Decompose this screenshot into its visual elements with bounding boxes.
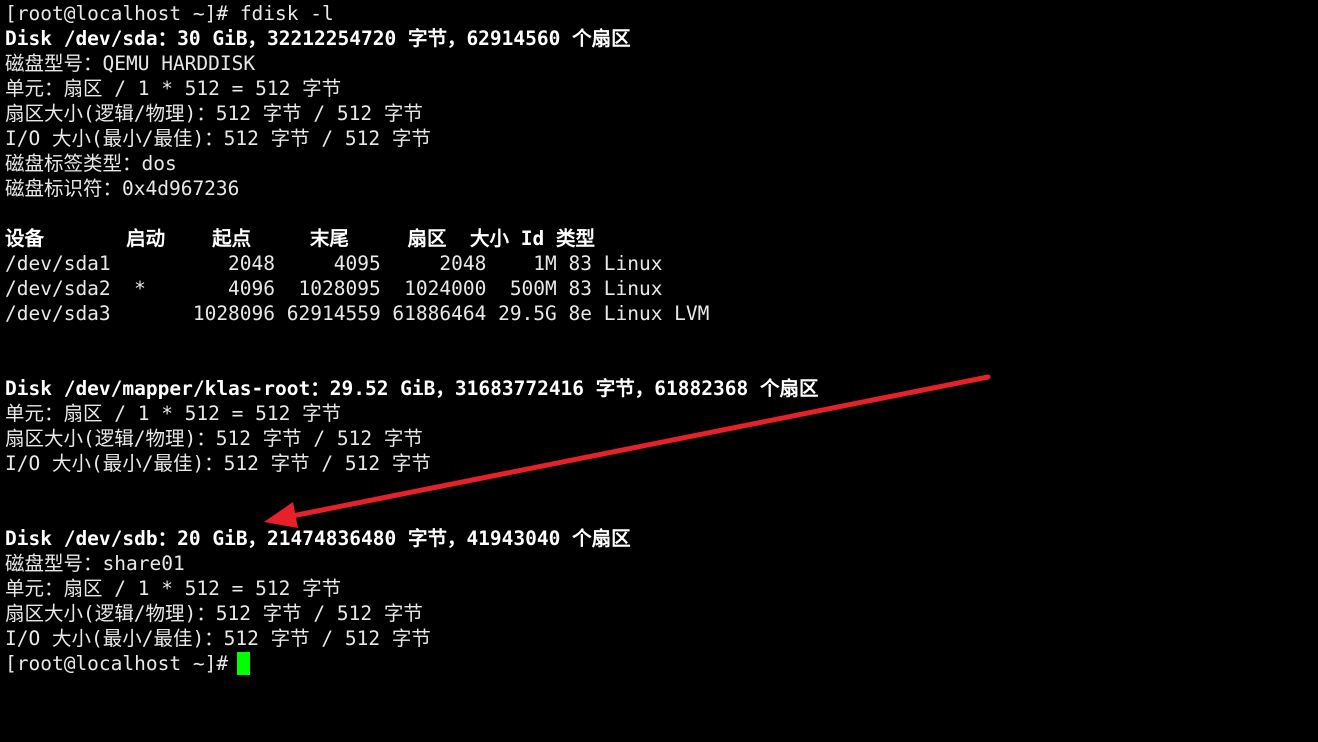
- partition-row: /dev/sda3 1028096 62914559 61886464 29.5…: [5, 302, 710, 325]
- disk-klas-root-units: 单元：扇区 / 1 * 512 = 512 字节: [5, 402, 342, 425]
- disk-sdb-model: 磁盘型号：share01: [5, 552, 185, 575]
- disk-klas-root-sector-size: 扇区大小(逻辑/物理)：512 字节 / 512 字节: [5, 427, 423, 450]
- disk-sdb-units: 单元：扇区 / 1 * 512 = 512 字节: [5, 577, 342, 600]
- shell-prompt: [root@localhost ~]#: [5, 2, 240, 25]
- partition-table-header: 设备 启动 起点 末尾 扇区 大小 Id 类型: [5, 227, 595, 250]
- disk-sda-label-type: 磁盘标签类型：dos: [5, 152, 177, 175]
- disk-sda-units: 单元：扇区 / 1 * 512 = 512 字节: [5, 77, 342, 100]
- disk-sda-header: Disk /dev/sda：30 GiB，32212254720 字节，6291…: [5, 27, 631, 50]
- disk-sdb-sector-size: 扇区大小(逻辑/物理)：512 字节 / 512 字节: [5, 602, 423, 625]
- disk-klas-root-io-size: I/O 大小(最小/最佳)：512 字节 / 512 字节: [5, 452, 431, 475]
- terminal-cursor: [237, 652, 251, 675]
- disk-sda-model: 磁盘型号：QEMU HARDDISK: [5, 52, 256, 75]
- terminal-window[interactable]: [root@localhost ~]# fdisk -l Disk /dev/s…: [0, 0, 1318, 742]
- command-line: [root@localhost ~]# fdisk -l: [5, 1, 1318, 26]
- shell-prompt: [root@localhost ~]#: [5, 652, 229, 675]
- disk-sda-identifier: 磁盘标识符：0x4d967236: [5, 177, 240, 200]
- disk-sdb-io-size: I/O 大小(最小/最佳)：512 字节 / 512 字节: [5, 627, 431, 650]
- disk-klas-root-header: Disk /dev/mapper/klas-root：29.52 GiB，316…: [5, 377, 819, 400]
- partition-row: /dev/sda2 * 4096 1028095 1024000 500M 83…: [5, 277, 663, 300]
- final-prompt-line[interactable]: [root@localhost ~]#: [5, 651, 1318, 676]
- partition-row: /dev/sda1 2048 4095 2048 1M 83 Linux: [5, 252, 663, 275]
- disk-sda-io-size: I/O 大小(最小/最佳)：512 字节 / 512 字节: [5, 127, 431, 150]
- disk-sdb-header: Disk /dev/sdb：20 GiB，21474836480 字节，4194…: [5, 527, 631, 550]
- disk-sda-sector-size: 扇区大小(逻辑/物理)：512 字节 / 512 字节: [5, 102, 423, 125]
- command-text: fdisk -l: [239, 2, 334, 25]
